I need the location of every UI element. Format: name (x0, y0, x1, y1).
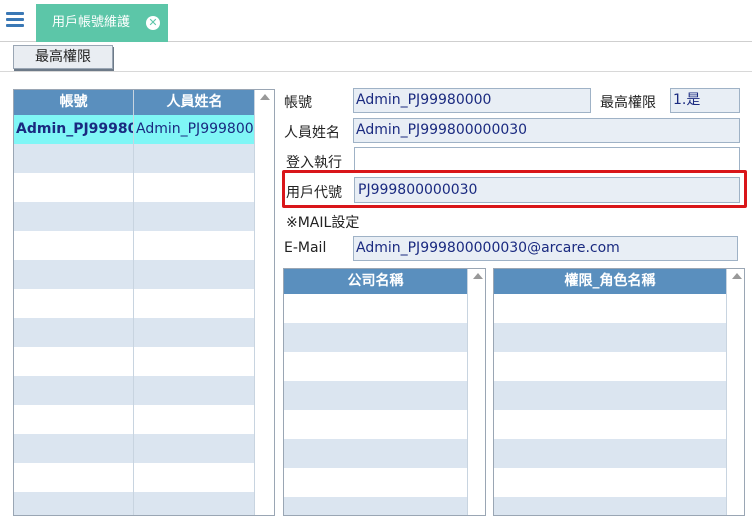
close-icon[interactable]: ✕ (146, 16, 160, 30)
table-row[interactable] (14, 202, 255, 231)
table-row[interactable] (494, 381, 726, 410)
top-authority-label: 最高權限 (600, 95, 656, 111)
account-list-grid: 帳號 人員姓名 Admin_PJ999800000030 Admin_PJ999… (13, 89, 275, 516)
column-header-company[interactable]: 公司名稱 (284, 269, 467, 294)
role-grid: 權限_角色名稱 (493, 268, 745, 516)
table-row[interactable] (494, 294, 726, 323)
account-list-header: 帳號 人員姓名 (14, 90, 255, 115)
tab-label: 用戶帳號維護 (52, 15, 131, 30)
column-header-account[interactable]: 帳號 (14, 90, 134, 115)
hamburger-menu-icon[interactable] (6, 12, 24, 28)
top-authority-button[interactable]: 最高權限 (13, 45, 113, 69)
table-row[interactable] (284, 294, 467, 323)
scroll-up-icon[interactable] (732, 273, 742, 279)
table-row[interactable] (284, 323, 467, 352)
name-label: 人員姓名 (284, 125, 340, 141)
tab-bar: 用戶帳號維護 ✕ (0, 0, 752, 42)
login-field[interactable] (354, 147, 740, 172)
table-row[interactable] (494, 410, 726, 439)
table-row-selected[interactable]: Admin_PJ999800000030 Admin_PJ99980000003… (14, 115, 255, 144)
table-row[interactable] (14, 347, 255, 376)
table-row[interactable] (494, 497, 726, 515)
table-row[interactable] (14, 463, 255, 492)
cell-name: Admin_PJ999800000030 (136, 121, 255, 137)
role-grid-scrollbar[interactable] (726, 269, 744, 515)
account-field[interactable]: Admin_PJ99980000 (353, 88, 591, 113)
table-row[interactable] (284, 410, 467, 439)
email-label: E-Mail (284, 240, 327, 256)
login-label: 登入執行 (286, 155, 342, 171)
table-row[interactable] (14, 173, 255, 202)
table-row[interactable] (494, 352, 726, 381)
table-row[interactable] (494, 323, 726, 352)
table-row[interactable] (284, 381, 467, 410)
cell-account: Admin_PJ999800000030 (14, 115, 134, 144)
mail-settings-label: ※MAIL設定 (286, 215, 360, 231)
account-list-scrollbar[interactable] (254, 90, 274, 515)
company-grid: 公司名稱 (283, 268, 486, 516)
table-row[interactable] (494, 468, 726, 497)
name-field[interactable]: Admin_PJ999800000030 (353, 118, 740, 143)
table-row[interactable] (14, 231, 255, 260)
table-row[interactable] (284, 497, 467, 515)
top-authority-select[interactable]: 1.是 (670, 88, 740, 113)
table-row[interactable] (14, 376, 255, 405)
highlight-box (282, 170, 747, 208)
table-row[interactable] (14, 318, 255, 347)
table-row[interactable] (14, 144, 255, 173)
email-field[interactable]: Admin_PJ999800000030@arcare.com (353, 236, 738, 261)
table-row[interactable] (14, 289, 255, 318)
column-header-role[interactable]: 權限_角色名稱 (494, 269, 726, 294)
table-row[interactable] (494, 439, 726, 468)
table-row[interactable] (14, 434, 255, 463)
table-row[interactable] (14, 260, 255, 289)
table-row[interactable] (284, 439, 467, 468)
company-grid-scrollbar[interactable] (467, 269, 485, 515)
table-row[interactable] (14, 405, 255, 434)
column-header-name[interactable]: 人員姓名 (134, 90, 255, 115)
scroll-up-icon[interactable] (260, 94, 270, 100)
account-label: 帳號 (284, 95, 312, 111)
scroll-up-icon[interactable] (473, 273, 483, 279)
table-row[interactable] (284, 468, 467, 497)
table-row[interactable] (284, 352, 467, 381)
table-row[interactable] (14, 492, 255, 515)
toolbar: 最高權限 (0, 42, 752, 72)
tab-user-account-maintenance[interactable]: 用戶帳號維護 ✕ (36, 4, 168, 42)
